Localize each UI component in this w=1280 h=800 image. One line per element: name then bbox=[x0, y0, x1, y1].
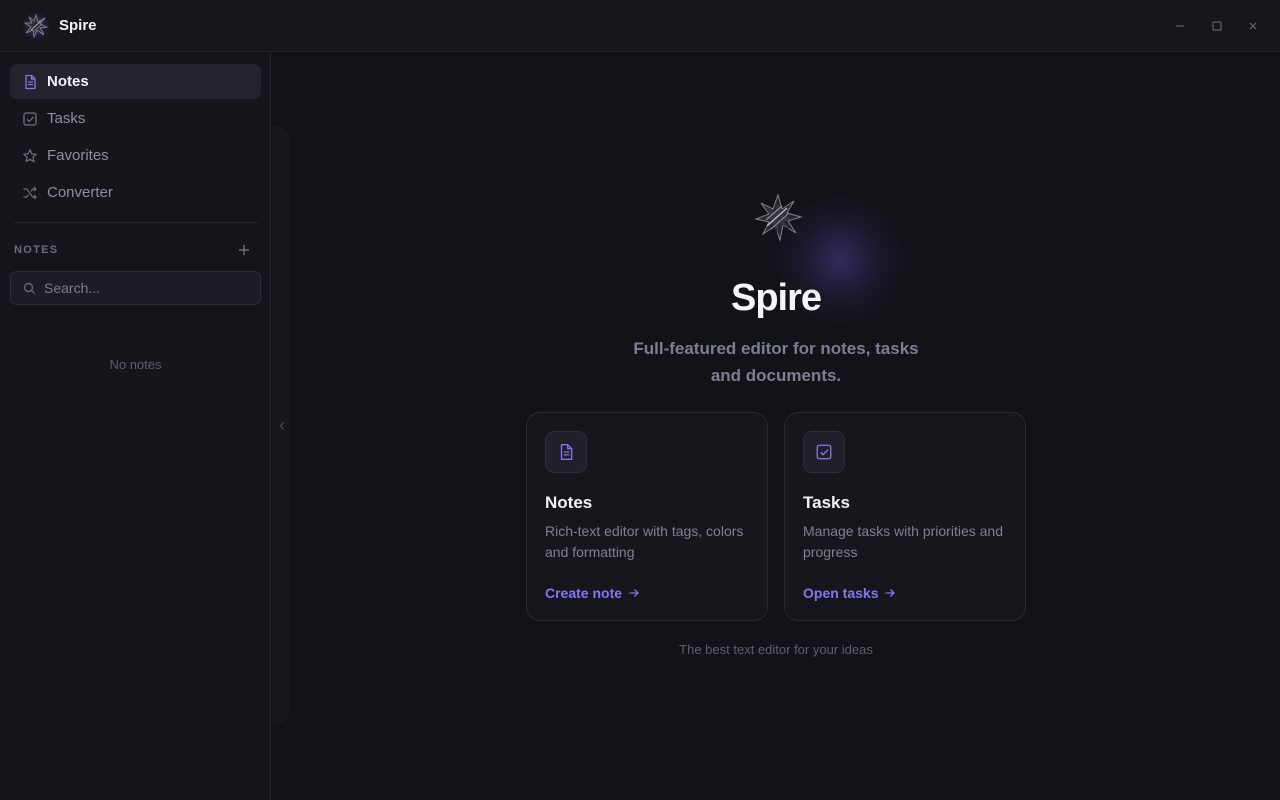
hero-logo-icon bbox=[752, 192, 804, 244]
notes-section-label: NOTES bbox=[14, 244, 59, 256]
title-bar: Spire bbox=[0, 0, 1280, 52]
sidebar-item-tasks[interactable]: Tasks bbox=[10, 101, 261, 136]
minimize-button[interactable] bbox=[1170, 16, 1190, 36]
footer-tagline: The best text editor for your ideas bbox=[679, 642, 873, 657]
create-note-link[interactable]: Create note bbox=[545, 585, 640, 601]
close-window-button[interactable] bbox=[1243, 16, 1263, 36]
card-link-label: Create note bbox=[545, 585, 623, 601]
checkbox-icon bbox=[803, 431, 845, 473]
plus-icon bbox=[239, 245, 249, 255]
arrow-right-icon bbox=[885, 589, 896, 597]
sidebar-item-favorites[interactable]: Favorites bbox=[10, 138, 261, 173]
add-note-button[interactable] bbox=[235, 241, 253, 259]
search-field[interactable] bbox=[10, 271, 261, 305]
search-input[interactable] bbox=[44, 280, 244, 296]
checkbox-icon bbox=[22, 111, 38, 127]
sidebar-item-label: Tasks bbox=[47, 110, 86, 127]
card-title: Notes bbox=[545, 493, 593, 512]
app-title: Spire bbox=[59, 17, 97, 34]
sidebar-item-label: Notes bbox=[47, 73, 89, 90]
notes-card[interactable]: Notes Rich-text editor with tags, colors… bbox=[526, 412, 768, 621]
app-logo-icon bbox=[22, 12, 50, 40]
empty-notes-text: No notes bbox=[109, 357, 162, 372]
sidebar-item-notes[interactable]: Notes bbox=[10, 64, 261, 99]
card-description: Rich-text editor with tags, colors and f… bbox=[545, 523, 744, 560]
maximize-icon bbox=[1212, 21, 1222, 31]
sidebar: Notes Tasks Favorites Converter NOTES Se… bbox=[0, 52, 271, 800]
document-icon bbox=[22, 74, 38, 90]
shuffle-icon bbox=[22, 185, 38, 201]
arrow-right-icon bbox=[629, 589, 639, 597]
sidebar-item-converter[interactable]: Converter bbox=[10, 175, 261, 210]
card-title: Tasks bbox=[803, 493, 850, 512]
open-tasks-link[interactable]: Open tasks bbox=[803, 585, 896, 601]
close-icon bbox=[1249, 22, 1257, 30]
hero-subtitle: Full-featured editor for notes, tasks an… bbox=[633, 339, 919, 385]
card-link-label: Open tasks bbox=[803, 585, 879, 601]
minimize-icon bbox=[1176, 25, 1184, 27]
tasks-card[interactable]: Tasks Manage tasks with priorities and p… bbox=[784, 412, 1026, 621]
sidebar-item-label: Favorites bbox=[47, 147, 109, 164]
hero-title: Spire bbox=[730, 277, 822, 319]
maximize-button[interactable] bbox=[1207, 16, 1227, 36]
card-description: Manage tasks with priorities and progres… bbox=[803, 523, 1003, 560]
star-icon bbox=[22, 148, 38, 164]
main-content: Spire Full-featured editor for notes, ta… bbox=[272, 52, 1280, 800]
sidebar-item-label: Converter bbox=[47, 184, 113, 201]
search-icon bbox=[23, 282, 35, 294]
document-icon bbox=[545, 431, 587, 473]
sidebar-divider bbox=[14, 222, 258, 223]
